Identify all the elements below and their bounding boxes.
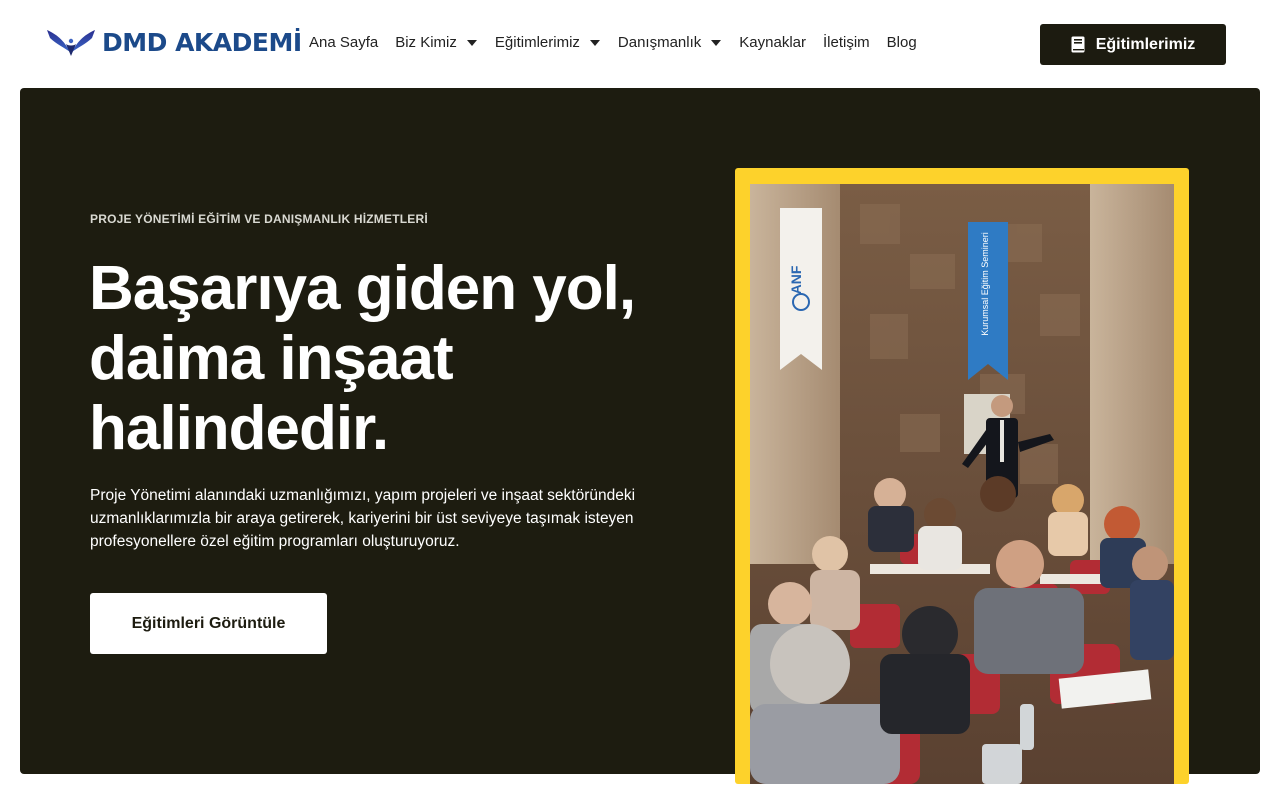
nav-item-label: İletişim [822, 34, 870, 51]
hero-description: Proje Yönetimi alanındaki uzmanlığımızı,… [90, 487, 636, 550]
site-header: DMD AKADEMİ Ana Sayfa Biz Kimiz Eğitimle… [0, 0, 1280, 88]
nav-item-label: Danışmanlık [617, 34, 702, 51]
nav-item-label: Eğitimlerimiz [494, 34, 580, 51]
chevron-down-icon [711, 39, 722, 46]
nav-item-label: Blog [886, 34, 917, 51]
header-cta-label: Eğitimlerimiz [1095, 35, 1196, 53]
headline-line: daima inşaat [89, 324, 454, 393]
hero-eyebrow: PROJE YÖNETİMİ EĞİTİM VE DANIŞMANLIK HİZ… [90, 212, 428, 226]
nav-item-kaynaklar[interactable]: Kaynaklar [739, 34, 806, 51]
logo-wings-icon [47, 30, 95, 56]
seminar-photo: ANF Kurumsal Eğitim Semineri [750, 184, 1174, 784]
banner-right-text: Kurumsal Eğitim Semineri [980, 232, 990, 336]
nav-item-label: Ana Sayfa [309, 34, 379, 51]
hero-headline: Başarıya giden yol, daima inşaat halinde… [89, 254, 669, 464]
nav-item-iletisim[interactable]: İletişim [823, 34, 870, 51]
nav-item-biz-kimiz[interactable]: Biz Kimiz [395, 34, 477, 51]
banner-left-text: ANF [788, 265, 804, 294]
logo-text: DMD AKADEMİ [102, 27, 302, 57]
view-trainings-button[interactable]: Eğitimleri Görüntüle [90, 593, 327, 654]
main-nav: Ana Sayfa Biz Kimiz Eğitimlerimiz Danışm… [309, 34, 917, 51]
nav-item-blog[interactable]: Blog [887, 34, 917, 51]
nav-item-ana-sayfa[interactable]: Ana Sayfa [309, 34, 378, 51]
nav-item-label: Biz Kimiz [395, 34, 457, 51]
header-egitimlerimiz-button[interactable]: Eğitimlerimiz [1040, 24, 1226, 65]
nav-item-egitimlerimiz[interactable]: Eğitimlerimiz [495, 34, 600, 51]
headline-line: Başarıya giden yol, [89, 254, 636, 323]
nav-item-label: Kaynaklar [739, 34, 806, 51]
book-icon [1071, 36, 1085, 53]
headline-line: halindedir. [89, 394, 389, 463]
chevron-down-icon [589, 39, 600, 46]
chevron-down-icon [466, 39, 477, 46]
logo[interactable]: DMD AKADEMİ [46, 26, 302, 58]
nav-item-danismanlik[interactable]: Danışmanlık [617, 34, 722, 51]
